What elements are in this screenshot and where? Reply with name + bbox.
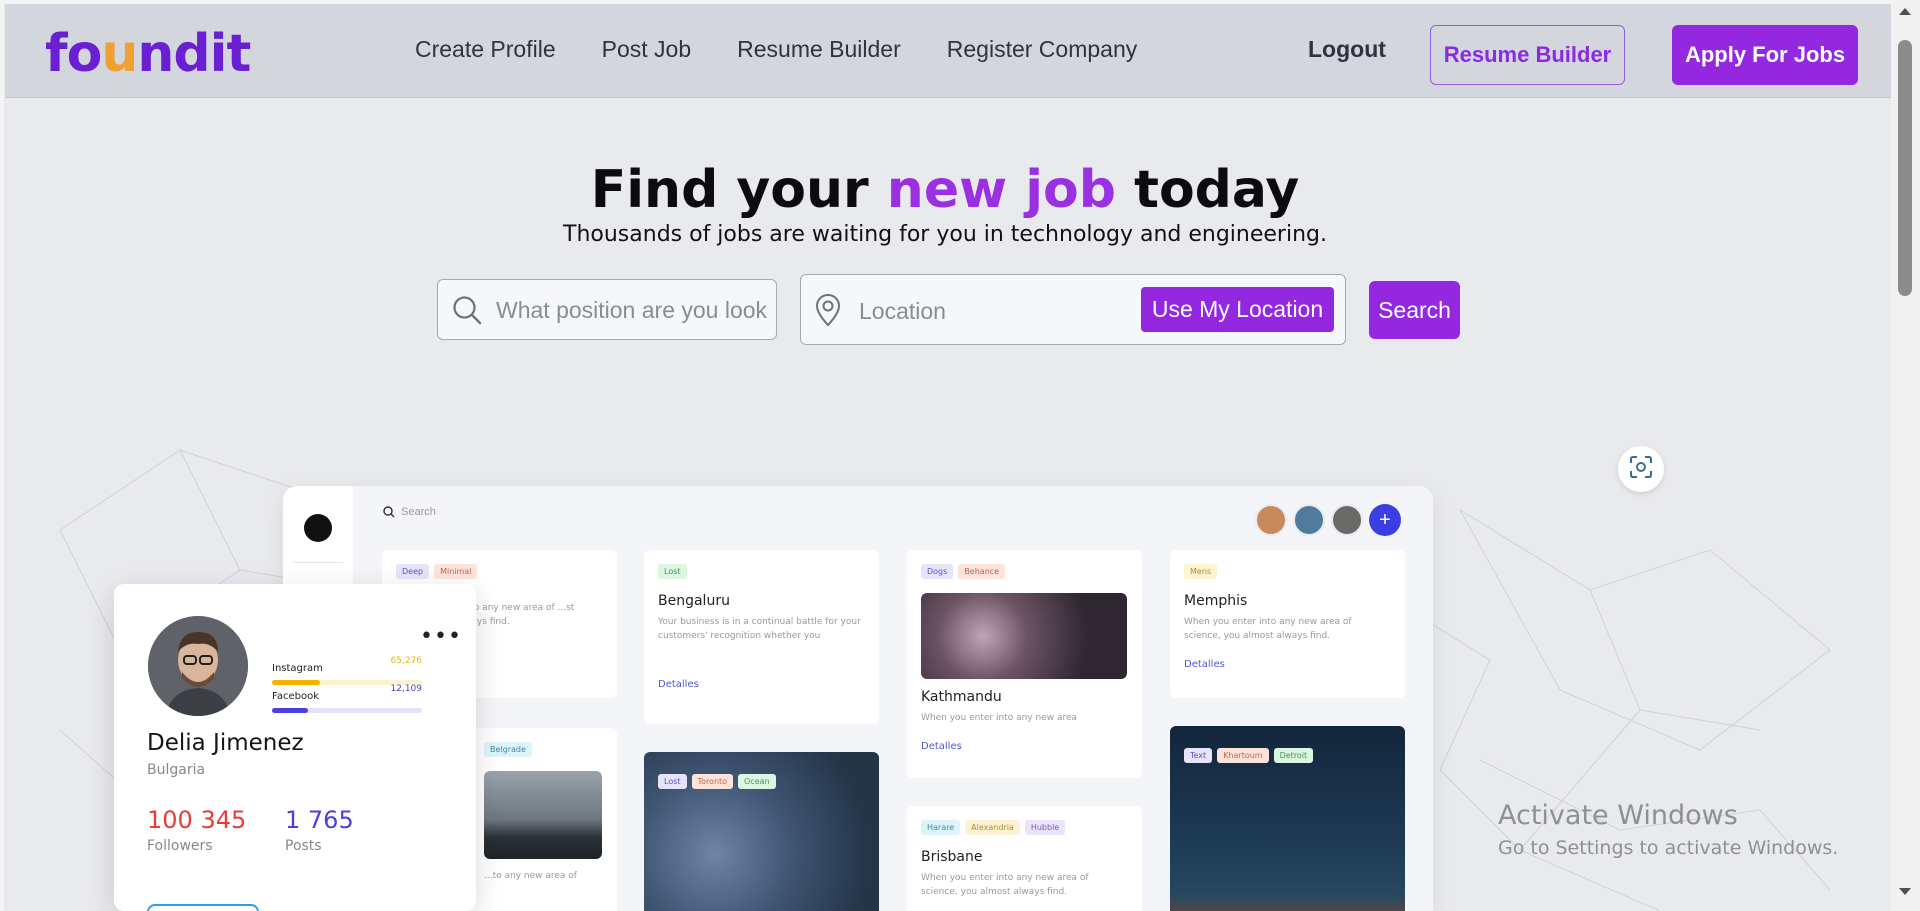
apply-for-jobs-button[interactable]: Apply For Jobs [1672,25,1858,85]
windows-activation-watermark: Activate Windows Go to Settings to activ… [1498,800,1839,859]
preview-card: Text Khartoum Detroit [1170,726,1405,911]
profile-card: ••• Instagram 65,276 Facebook 12,109 Del… [114,584,476,911]
avatar [148,616,248,716]
profile-follow-button [147,904,259,911]
preview-card: Dogs Behance Kathmandu When you enter int… [907,550,1142,778]
preview-card: Mens Memphis When you enter into any new… [1170,550,1405,698]
preview-card-image [484,771,602,859]
team-avatar [1293,504,1325,536]
preview-avatars: + [1255,504,1401,536]
location-search-box: Use My Location [800,274,1346,345]
position-search-box [437,279,777,340]
preview-card: Harare Alexandria Hubble Brisbane When you… [907,806,1142,911]
followers-label: Followers [147,838,213,854]
instagram-stat: Instagram 65,276 [272,656,422,685]
top-navbar: foundit Create Profile Post Job Resume B… [5,4,1891,98]
preview-logo [304,514,332,542]
preview-search: Search [383,506,436,518]
vertical-scrollbar[interactable] [1891,0,1920,911]
preview-card-image [921,593,1127,679]
nav-links: Create Profile Post Job Resume Builder R… [415,36,1137,63]
resume-builder-button[interactable]: Resume Builder [1430,25,1625,85]
nav-resume-builder[interactable]: Resume Builder [737,36,901,63]
more-options-icon[interactable]: ••• [420,624,462,649]
nav-post-job[interactable]: Post Job [602,36,692,63]
profile-name: Delia Jimenez [147,730,304,756]
posts-count: 1 765 [285,806,354,834]
nav-register-company[interactable]: Register Company [947,36,1137,63]
use-my-location-button[interactable]: Use My Location [1141,287,1334,332]
facebook-stat: Facebook 12,109 [272,684,422,713]
search-icon [452,295,482,330]
team-avatar [1255,504,1287,536]
preview-card: Lost Toronto Ocean [644,752,879,911]
hero-subtitle: Thousands of jobs are waiting for you in… [563,222,1327,247]
preview-card: Lost Bengaluru Your business is in a con… [644,550,879,724]
scrollbar-thumb[interactable] [1898,40,1912,296]
profile-country: Bulgaria [147,762,206,778]
posts-label: Posts [285,838,322,854]
followers-count: 100 345 [147,806,247,834]
foundit-logo[interactable]: foundit [45,26,251,82]
search-button[interactable]: Search [1369,281,1460,339]
position-search-input[interactable] [496,294,768,326]
nav-create-profile[interactable]: Create Profile [415,36,556,63]
add-member-icon: + [1369,504,1401,536]
team-avatar [1331,504,1363,536]
scroll-down-arrow-icon[interactable] [1899,888,1911,895]
logout-link[interactable]: Logout [1308,36,1386,63]
scroll-up-arrow-icon[interactable] [1899,8,1911,15]
hero-title: Find your new job today [590,160,1300,220]
location-pin-icon [815,293,841,332]
preview-search-icon [383,506,395,518]
location-input[interactable] [859,295,1129,327]
